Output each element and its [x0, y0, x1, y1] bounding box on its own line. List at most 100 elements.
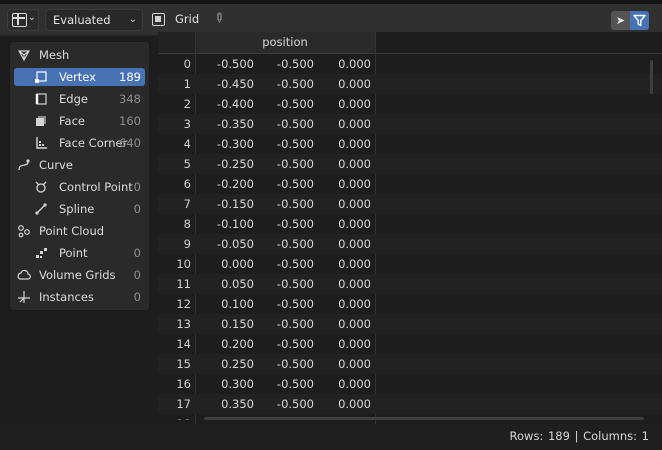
- selected-only-toggle[interactable]: ➤: [611, 11, 630, 30]
- position-y-cell: -0.500: [276, 217, 314, 231]
- row-index: 17: [176, 397, 191, 411]
- position-z-cell: 0.000: [338, 177, 371, 191]
- row-index: 9: [183, 237, 191, 251]
- position-z-cell: 0.000: [338, 157, 371, 171]
- spreadsheet-icon: [12, 13, 27, 27]
- sidebar-item-curve[interactable]: Curve: [13, 156, 146, 174]
- row-index: 10: [176, 257, 191, 271]
- position-y-cell: -0.500: [276, 397, 314, 411]
- position-x-cell: -0.200: [216, 177, 254, 191]
- sidebar-item-volume-grids[interactable]: Volume Grids 0: [13, 266, 146, 284]
- position-x-cell: -0.500: [216, 57, 254, 71]
- point-cloud-icon: [18, 225, 30, 238]
- editor-type-selector[interactable]: ⌄: [7, 9, 39, 31]
- table-body[interactable]: 0 -0.500 -0.500 0.000 1 -0.450 -0.500 0.000 2 -0.…: [158, 54, 662, 420]
- position-x-cell: -0.150: [216, 197, 254, 211]
- status-footer: Rows: 189 | Columns: 1: [0, 424, 662, 450]
- position-y-cell: -0.500: [276, 337, 314, 351]
- position-z-cell: 0.000: [338, 77, 371, 91]
- index-column-header: [158, 32, 196, 54]
- row-index: 0: [183, 57, 191, 71]
- row-index: 6: [183, 177, 191, 191]
- position-y-cell: -0.500: [276, 197, 314, 211]
- position-z-cell: 0.000: [338, 297, 371, 311]
- position-x-cell: 0.350: [221, 397, 254, 411]
- sidebar-item-instances[interactable]: Instances 0: [13, 288, 146, 306]
- display-mode-dropdown[interactable]: Evaluated ⌄: [45, 9, 143, 31]
- table-row: 14 0.200 -0.500 0.000: [158, 334, 662, 354]
- table-row: 0 -0.500 -0.500 0.000: [158, 54, 662, 74]
- position-z-cell: 0.000: [338, 317, 371, 331]
- object-data-icon[interactable]: [152, 13, 165, 26]
- sidebar-item-vertex[interactable]: Vertex 189: [14, 68, 145, 86]
- table-row: 7 -0.150 -0.500 0.000: [158, 194, 662, 214]
- funnel-icon: [633, 14, 646, 27]
- position-x-cell: 0.150: [221, 317, 254, 331]
- table-row: 15 0.250 -0.500 0.000: [158, 354, 662, 374]
- position-y-cell: -0.500: [276, 177, 314, 191]
- position-y-cell: -0.500: [276, 297, 314, 311]
- position-x-cell: 0.200: [221, 337, 254, 351]
- sidebar-item-point[interactable]: Point 0: [14, 244, 145, 262]
- edge-icon: [35, 93, 47, 105]
- position-z-cell: 0.000: [338, 237, 371, 251]
- table-row: 6 -0.200 -0.500 0.000: [158, 174, 662, 194]
- sidebar-item-face[interactable]: Face 160: [14, 112, 145, 130]
- table-row: 2 -0.400 -0.500 0.000: [158, 94, 662, 114]
- row-index: 3: [183, 117, 191, 131]
- table-row: 8 -0.100 -0.500 0.000: [158, 214, 662, 234]
- table-row: 3 -0.350 -0.500 0.000: [158, 114, 662, 134]
- row-index: 4: [183, 137, 191, 151]
- row-index: 15: [176, 357, 191, 371]
- column-header-position[interactable]: position: [195, 32, 376, 54]
- sidebar-item-face-corner[interactable]: Face Corner 640: [14, 134, 145, 152]
- chevron-down-icon: ⌄: [128, 14, 137, 25]
- sidebar-item-label: Vertex: [59, 70, 96, 84]
- row-index: 5: [183, 157, 191, 171]
- filter-toggle[interactable]: [630, 11, 649, 30]
- sidebar-item-spline[interactable]: Spline 0: [14, 200, 145, 218]
- sidebar-item-label: Spline: [59, 202, 95, 216]
- sidebar-item-control-point[interactable]: Control Point 0: [14, 178, 145, 196]
- data-set-sidebar: Mesh Vertex 189 Edge 348 Face 160 Face C…: [9, 41, 150, 311]
- table-row: 9 -0.050 -0.500 0.000: [158, 234, 662, 254]
- row-index: 18: [158, 414, 191, 420]
- sidebar-item-label: Control Point: [59, 180, 133, 194]
- position-y-cell: -0.500: [276, 377, 314, 391]
- row-index: 11: [176, 277, 191, 291]
- control-point-icon: [35, 181, 47, 193]
- position-x-cell: 0.000: [221, 257, 254, 271]
- object-label[interactable]: Grid: [175, 12, 199, 26]
- row-index: 13: [176, 317, 191, 331]
- sidebar-item-label: Mesh: [39, 48, 70, 62]
- table-row: 16 0.300 -0.500 0.000: [158, 374, 662, 394]
- pin-icon[interactable]: ✎: [209, 9, 227, 27]
- sidebar-item-mesh[interactable]: Mesh: [13, 46, 146, 64]
- sidebar-item-point-cloud[interactable]: Point Cloud: [13, 222, 146, 240]
- position-x-cell: -0.350: [216, 117, 254, 131]
- sidebar-item-count: 0: [133, 180, 141, 194]
- row-index: 12: [176, 297, 191, 311]
- sidebar-item-label: Face: [59, 114, 86, 128]
- position-z-cell: 0.000: [338, 137, 371, 151]
- row-index: 1: [183, 77, 191, 91]
- position-z-cell: 0.000: [338, 377, 371, 391]
- vertex-icon: [35, 71, 47, 83]
- table-row: 10 0.000 -0.500 0.000: [158, 254, 662, 274]
- position-y-cell: -0.500: [276, 137, 314, 151]
- vertical-scrollbar[interactable]: [650, 60, 653, 94]
- sidebar-item-count: 640: [119, 136, 141, 150]
- row-index: 2: [183, 97, 191, 111]
- sidebar-item-label: Edge: [59, 92, 88, 106]
- position-y-cell: -0.500: [276, 117, 314, 131]
- position-z-cell: 0.000: [338, 397, 371, 411]
- position-z-cell: 0.000: [338, 197, 371, 211]
- sidebar-item-count: 0: [133, 268, 141, 282]
- position-x-cell: 0.250: [221, 357, 254, 371]
- sidebar-item-count: 0: [133, 202, 141, 216]
- sidebar-item-edge[interactable]: Edge 348: [14, 90, 145, 108]
- row-index: 7: [183, 197, 191, 211]
- sidebar-item-count: 0: [133, 290, 141, 304]
- horizontal-scrollbar[interactable]: [204, 417, 644, 420]
- table-row: 12 0.100 -0.500 0.000: [158, 294, 662, 314]
